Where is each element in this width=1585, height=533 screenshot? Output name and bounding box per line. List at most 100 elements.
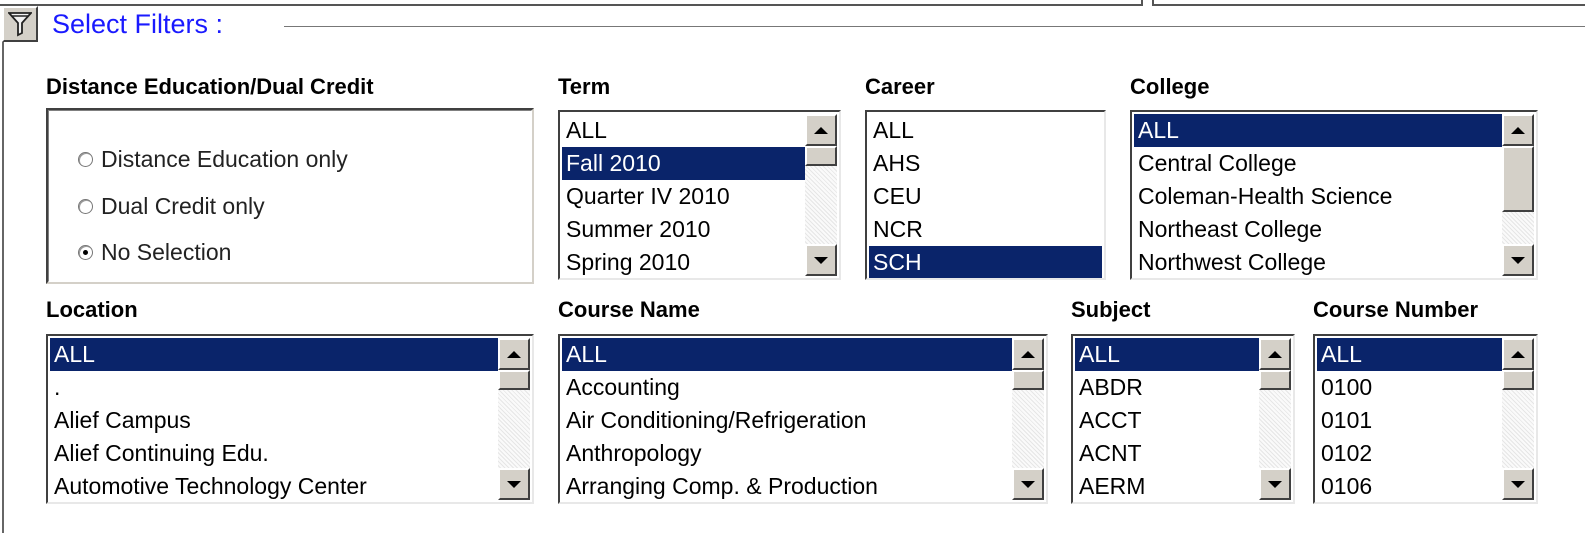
list-option[interactable]: ALL (869, 114, 1102, 147)
scroll-up-button[interactable] (498, 338, 530, 370)
list-option[interactable]: ACCT (1075, 404, 1259, 437)
triangle-down-icon (814, 256, 828, 264)
list-option[interactable]: Arranging Comp. & Production (562, 470, 1012, 502)
list-option[interactable]: Automotive Technology Center (50, 470, 498, 502)
vertical-scrollbar[interactable] (1502, 114, 1534, 276)
list-option[interactable]: AHS (869, 147, 1102, 180)
scroll-up-button[interactable] (1502, 114, 1534, 146)
radio-dual-credit-only[interactable]: Dual Credit only (78, 193, 265, 220)
list-option[interactable]: ALL (50, 338, 498, 371)
vertical-scrollbar[interactable] (1259, 338, 1291, 500)
college-label: College (1130, 74, 1210, 99)
scroll-down-button[interactable] (1259, 468, 1291, 500)
scrollbar-thumb[interactable] (1259, 370, 1291, 390)
vertical-scrollbar[interactable] (498, 338, 530, 500)
list-option[interactable]: ACNT (1075, 437, 1259, 470)
scroll-down-button[interactable] (498, 468, 530, 500)
scrollbar-thumb[interactable] (498, 370, 530, 390)
list-option[interactable]: Northeast College (1134, 213, 1502, 246)
scroll-up-button[interactable] (805, 114, 837, 146)
term-listbox[interactable]: ALL Fall 2010 Quarter IV 2010 Summer 2010 Sp… (558, 110, 841, 280)
list-option[interactable]: ALL (562, 338, 1012, 371)
list-option[interactable]: CEU (869, 180, 1102, 213)
funnel-icon (8, 12, 32, 37)
scroll-down-button[interactable] (1012, 468, 1044, 500)
list-option[interactable]: Northwest College (1134, 246, 1502, 278)
list-option[interactable]: Summer 2010 (562, 213, 805, 246)
course-name-label: Course Name (558, 297, 700, 322)
scrollbar-thumb[interactable] (1502, 370, 1534, 390)
triangle-up-icon (1268, 350, 1282, 358)
list-option[interactable]: Spring 2010 (562, 246, 805, 278)
list-option[interactable]: 0100 (1317, 371, 1502, 404)
list-option[interactable]: 0102 (1317, 437, 1502, 470)
list-option[interactable]: ALL (562, 114, 805, 147)
scroll-down-button[interactable] (805, 244, 837, 276)
course-number-listbox[interactable]: ALL 0100 0101 0102 0106 (1313, 334, 1538, 504)
list-option[interactable]: Coleman-Health Science (1134, 180, 1502, 213)
list-option[interactable]: ALL (1134, 114, 1502, 147)
list-option[interactable]: . (50, 371, 498, 404)
radio-label: Distance Education only (101, 146, 348, 172)
list-option[interactable]: ABDR (1075, 371, 1259, 404)
list-option[interactable]: Alief Continuing Edu. (50, 437, 498, 470)
radio-button[interactable] (78, 199, 93, 214)
list-option[interactable]: AERM (1075, 470, 1259, 502)
list-option[interactable]: Central College (1134, 147, 1502, 180)
list-option[interactable]: SCH (869, 246, 1102, 278)
list-option[interactable]: Air Conditioning/Refrigeration (562, 404, 1012, 437)
list-option[interactable]: 0106 (1317, 470, 1502, 502)
career-listbox[interactable]: ALL AHS CEU NCR SCH (865, 110, 1106, 280)
scrollbar-thumb[interactable] (805, 146, 837, 166)
course-name-listbox[interactable]: ALL Accounting Air Conditioning/Refrigerat… (558, 334, 1048, 504)
scroll-down-button[interactable] (1502, 244, 1534, 276)
list-option[interactable]: Accounting (562, 371, 1012, 404)
career-label: Career (865, 74, 935, 99)
subject-listbox[interactable]: ALL ABDR ACCT ACNT AERM (1071, 334, 1295, 504)
listbox-options: ALL. Alief Campus Alief Continuing Edu. Aut… (50, 338, 498, 500)
radio-button-checked[interactable] (78, 245, 93, 260)
list-option[interactable]: ALL (1075, 338, 1259, 371)
top-left-panel-edge (0, 0, 1143, 6)
listbox-options: ALL Central College Coleman-Health Science… (1134, 114, 1502, 276)
course-number-label: Course Number (1313, 297, 1479, 322)
listbox-options: ALL Fall 2010 Quarter IV 2010 Summer 2010 Sp… (562, 114, 805, 276)
listbox-options: ALL AHS CEU NCR SCH (869, 114, 1102, 278)
scroll-up-button[interactable] (1259, 338, 1291, 370)
fieldset-border (2, 28, 4, 533)
subject-label: Subject (1071, 297, 1151, 322)
triangle-up-icon (507, 350, 521, 358)
legend-rule (284, 26, 1585, 27)
radio-label: Dual Credit only (101, 193, 265, 219)
list-option[interactable]: Fall 2010 (562, 147, 805, 180)
vertical-scrollbar[interactable] (1502, 338, 1534, 500)
scroll-up-button[interactable] (1012, 338, 1044, 370)
listbox-options: ALL 0100 0101 0102 0106 (1317, 338, 1502, 500)
vertical-scrollbar[interactable] (805, 114, 837, 276)
triangle-up-icon (1511, 126, 1525, 134)
list-option[interactable]: Quarter IV 2010 (562, 180, 805, 213)
list-option[interactable]: Alief Campus (50, 404, 498, 437)
list-option[interactable]: ALL (1317, 338, 1502, 371)
college-listbox[interactable]: ALL Central College Coleman-Health Science… (1130, 110, 1538, 280)
scrollbar-thumb[interactable] (1502, 146, 1534, 212)
filters-legend: Select Filters : (52, 9, 224, 39)
triangle-down-icon (1021, 480, 1035, 488)
list-option[interactable]: 0101 (1317, 404, 1502, 437)
vertical-scrollbar[interactable] (1012, 338, 1044, 500)
location-listbox[interactable]: ALL. Alief Campus Alief Continuing Edu. Aut… (46, 334, 534, 504)
filter-toggle-button[interactable] (2, 6, 38, 42)
radio-label: No Selection (101, 239, 232, 265)
distance-label: Distance Education/Dual Credit (46, 74, 374, 99)
top-right-panel-edge (1152, 0, 1585, 6)
scrollbar-thumb[interactable] (1012, 370, 1044, 390)
radio-button[interactable] (78, 152, 93, 167)
scroll-down-button[interactable] (1502, 468, 1534, 500)
scroll-up-button[interactable] (1502, 338, 1534, 370)
triangle-down-icon (507, 480, 521, 488)
list-option[interactable]: NCR (869, 213, 1102, 246)
radio-no-selection[interactable]: No Selection (78, 239, 231, 266)
list-option[interactable]: Anthropology (562, 437, 1012, 470)
triangle-down-icon (1511, 480, 1525, 488)
radio-distance-only[interactable]: Distance Education only (78, 146, 348, 173)
